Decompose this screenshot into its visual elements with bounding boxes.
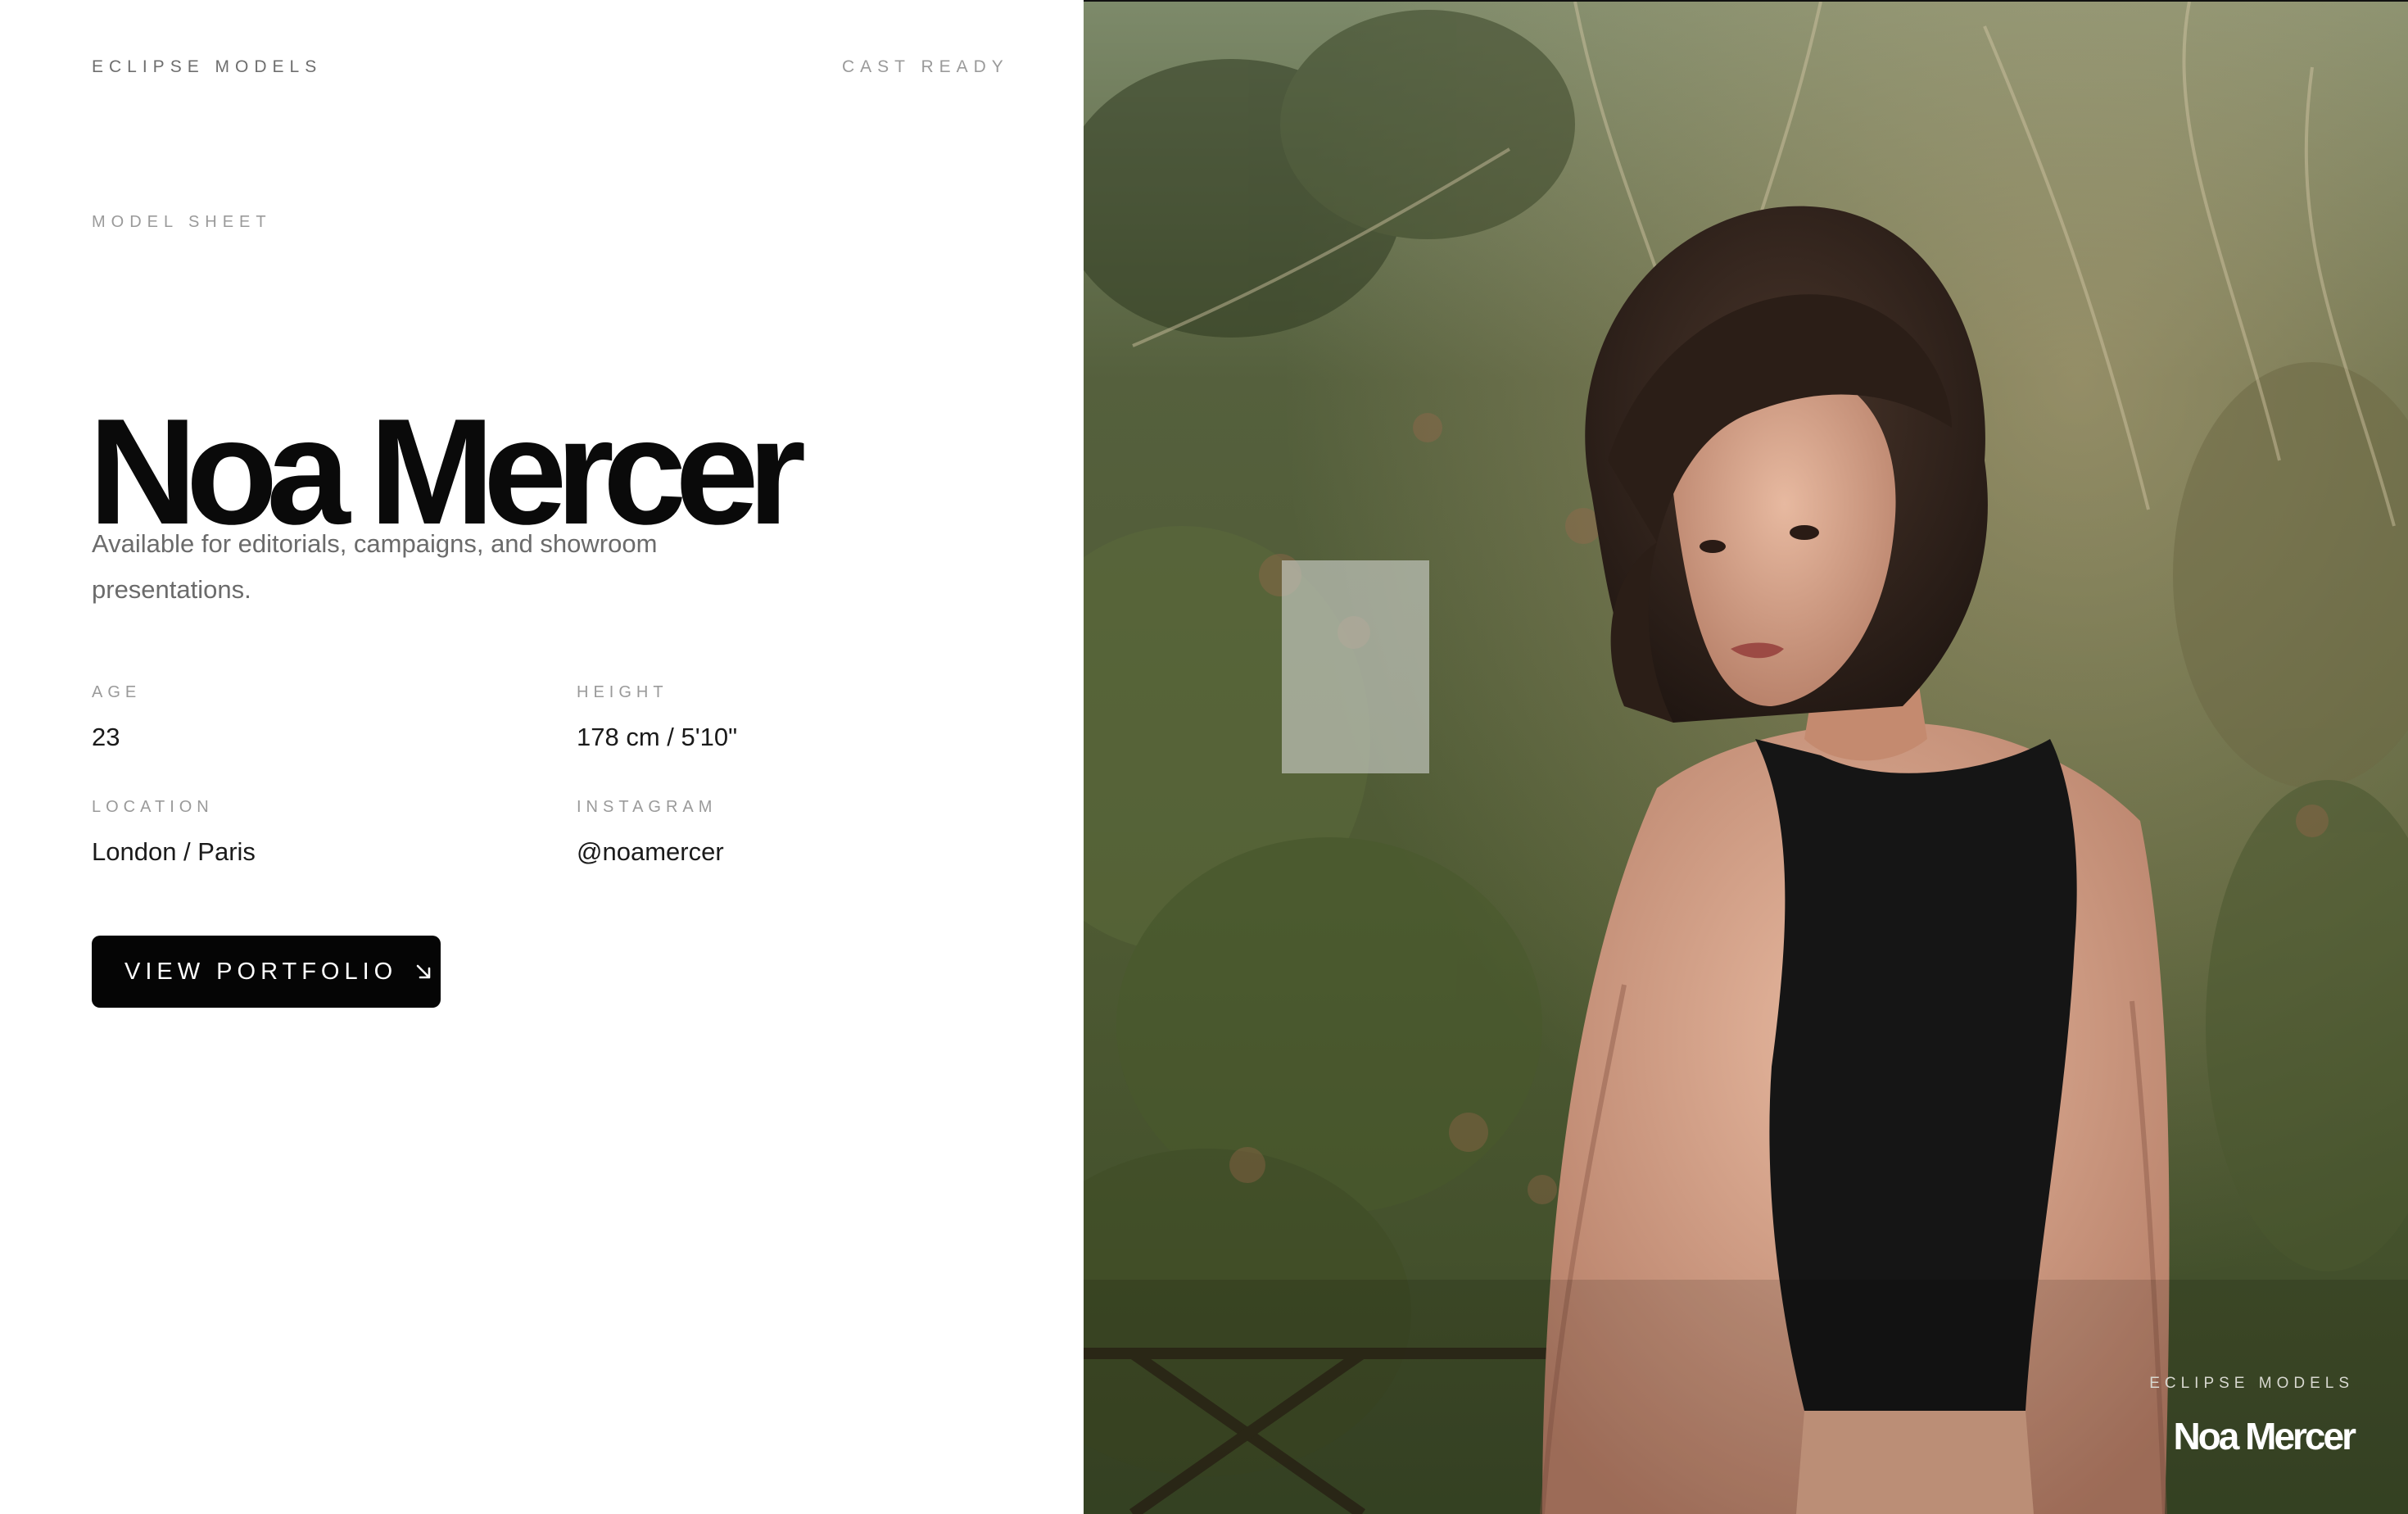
availability-description: Available for editorials, campaigns, and… — [92, 529, 658, 604]
location-value: London / Paris — [92, 837, 256, 866]
instagram-label: INSTAGRAM — [577, 798, 717, 816]
view-portfolio-button[interactable]: VIEW PORTFOLIO — [92, 936, 441, 1008]
model-info-panel: ECLIPSE MODELS CAST READY MODEL SHEET No… — [0, 0, 1084, 1514]
section-eyebrow: MODEL SHEET — [92, 213, 272, 231]
instagram-handle-link[interactable]: @noamercer — [577, 837, 724, 867]
brand-wordmark[interactable]: ECLIPSE MODELS — [92, 57, 322, 77]
height-value: 178 cm / 5'10" — [577, 723, 738, 751]
portrait-photo-illustration — [1084, 2, 2408, 1514]
age-value: 23 — [92, 723, 120, 751]
model-photo — [1084, 2, 2408, 1514]
arrow-down-right-icon — [414, 962, 433, 981]
height-label: HEIGHT — [577, 683, 668, 701]
status-label: CAST READY — [842, 57, 1009, 76]
age-label: AGE — [92, 683, 142, 701]
location-label: LOCATION — [92, 798, 214, 816]
photo-caption-brand: ECLIPSE MODELS — [2149, 1375, 2354, 1392]
view-portfolio-label: VIEW PORTFOLIO — [124, 958, 398, 985]
photo-caption-name: Noa Mercer — [2173, 1415, 2356, 1457]
